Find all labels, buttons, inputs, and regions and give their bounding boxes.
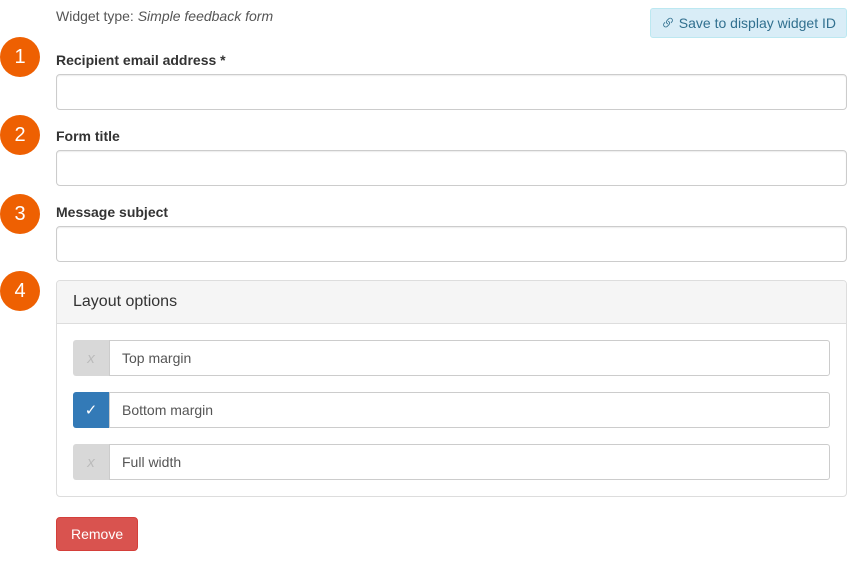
step-badge-2: 2: [0, 115, 40, 155]
toggle-row-bottom-margin: ✓ Bottom margin: [73, 392, 830, 428]
toggle-label-bottom-margin: Bottom margin: [109, 392, 830, 428]
toggle-full-width[interactable]: x: [73, 444, 109, 480]
toggle-row-full-width: x Full width: [73, 444, 830, 480]
widget-type-row: Widget type: Simple feedback form Save t…: [56, 8, 847, 38]
check-icon: ✓: [85, 401, 98, 419]
save-widget-id-button[interactable]: Save to display widget ID: [650, 8, 847, 38]
layout-options-panel: Layout options x Top margin ✓ Bottom mar…: [56, 280, 847, 497]
cross-icon: x: [87, 454, 95, 471]
save-widget-id-label: Save to display widget ID: [679, 15, 836, 31]
toggle-top-margin[interactable]: x: [73, 340, 109, 376]
step-badge-1: 1: [0, 37, 40, 77]
remove-button[interactable]: Remove: [56, 517, 138, 551]
toggle-row-top-margin: x Top margin: [73, 340, 830, 376]
form-title-label: Form title: [56, 128, 847, 144]
widget-type-value: Simple feedback form: [138, 8, 273, 24]
layout-options-heading: Layout options: [57, 281, 846, 324]
form-title-input[interactable]: [56, 150, 847, 186]
subject-group: Message subject: [56, 204, 847, 262]
recipient-input[interactable]: [56, 74, 847, 110]
recipient-group: Recipient email address *: [56, 52, 847, 110]
recipient-label: Recipient email address *: [56, 52, 847, 68]
step-badge-4: 4: [0, 271, 40, 311]
subject-label: Message subject: [56, 204, 847, 220]
toggle-label-full-width: Full width: [109, 444, 830, 480]
form-title-group: Form title: [56, 128, 847, 186]
widget-type-text: Widget type: Simple feedback form: [56, 8, 273, 24]
toggle-bottom-margin[interactable]: ✓: [73, 392, 109, 428]
widget-type-label: Widget type:: [56, 8, 134, 24]
step-badge-3: 3: [0, 194, 40, 234]
cross-icon: x: [87, 350, 95, 367]
link-icon: [661, 16, 675, 30]
subject-input[interactable]: [56, 226, 847, 262]
toggle-label-top-margin: Top margin: [109, 340, 830, 376]
layout-options-body: x Top margin ✓ Bottom margin x Full widt…: [57, 324, 846, 496]
